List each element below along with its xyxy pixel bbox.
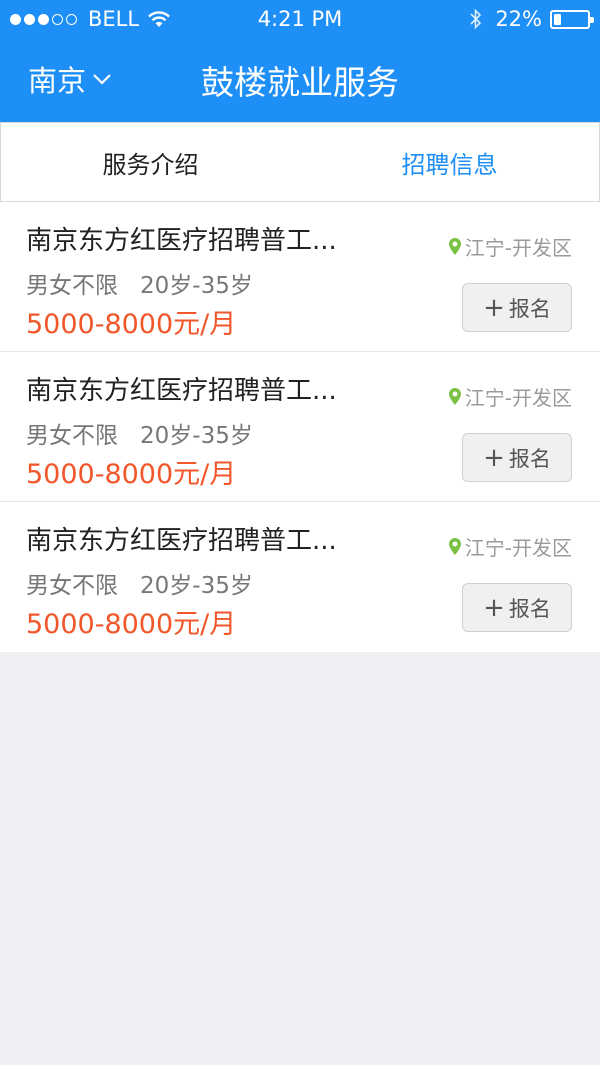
job-location: 江宁-开发区	[448, 382, 572, 411]
job-salary: 5000-8000元/月	[26, 309, 237, 340]
signup-label: 报名	[508, 296, 551, 321]
job-location-text: 江宁-开发区	[464, 386, 572, 410]
app-header: BELL 4:21 PM 22% 南京 鼓楼就业服务	[0, 0, 600, 122]
job-gender: 男女不限	[26, 423, 118, 449]
signup-button[interactable]: + 报名	[462, 433, 572, 482]
signup-label: 报名	[508, 596, 551, 621]
job-age: 20岁-35岁	[140, 423, 253, 449]
signup-label: 报名	[508, 446, 551, 471]
plus-icon: +	[483, 442, 505, 473]
job-list-item[interactable]: 南京东方红医疗招聘普工... 江宁-开发区 男女不限 20岁-35岁 5000-8…	[0, 352, 600, 502]
status-bar: BELL 4:21 PM 22%	[0, 0, 600, 38]
location-pin-icon	[448, 388, 465, 405]
battery-percent: 22%	[495, 7, 542, 31]
tab-service-intro[interactable]: 服务介绍	[1, 123, 300, 201]
battery-cap	[590, 16, 594, 23]
job-title: 南京东方红医疗招聘普工...	[26, 526, 337, 556]
plus-icon: +	[483, 592, 505, 623]
job-requirements: 男女不限 20岁-35岁	[26, 566, 253, 600]
job-age: 20岁-35岁	[140, 573, 253, 599]
job-title: 南京东方红医疗招聘普工...	[26, 226, 337, 256]
battery-fill	[554, 13, 561, 25]
bluetooth-icon	[469, 8, 483, 30]
job-gender: 男女不限	[26, 273, 118, 299]
job-location-text: 江宁-开发区	[464, 536, 572, 560]
battery-icon	[550, 9, 594, 29]
job-title: 南京东方红医疗招聘普工...	[26, 376, 337, 406]
job-list-item[interactable]: 南京东方红医疗招聘普工... 江宁-开发区 男女不限 20岁-35岁 5000-8…	[0, 202, 600, 352]
job-list: 南京东方红医疗招聘普工... 江宁-开发区 男女不限 20岁-35岁 5000-8…	[0, 202, 600, 652]
tab-recruitment-info[interactable]: 招聘信息	[300, 123, 599, 201]
job-salary: 5000-8000元/月	[26, 609, 237, 640]
job-requirements: 男女不限 20岁-35岁	[26, 266, 253, 300]
plus-icon: +	[483, 292, 505, 323]
page-title-text: 鼓楼就业服务	[201, 63, 399, 102]
location-pin-icon	[448, 538, 465, 555]
status-right: 22%	[469, 7, 594, 31]
page-title: 鼓楼就业服务	[0, 56, 600, 104]
location-pin-icon	[448, 238, 465, 255]
signup-button[interactable]: + 报名	[462, 283, 572, 332]
job-salary: 5000-8000元/月	[26, 459, 237, 490]
job-location-text: 江宁-开发区	[464, 236, 572, 260]
job-gender: 男女不限	[26, 573, 118, 599]
tab-bar: 服务介绍 招聘信息	[0, 122, 600, 202]
job-list-item[interactable]: 南京东方红医疗招聘普工... 江宁-开发区 男女不限 20岁-35岁 5000-8…	[0, 502, 600, 652]
job-location: 江宁-开发区	[448, 532, 572, 561]
job-age: 20岁-35岁	[140, 273, 253, 299]
job-requirements: 男女不限 20岁-35岁	[26, 416, 253, 450]
job-location: 江宁-开发区	[448, 232, 572, 261]
signup-button[interactable]: + 报名	[462, 583, 572, 632]
